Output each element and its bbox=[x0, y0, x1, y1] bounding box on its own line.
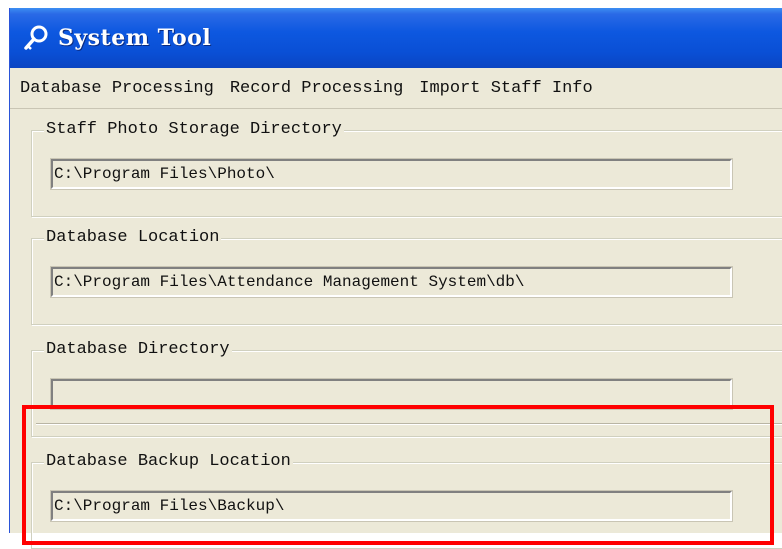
database-location-group: Database Location C:\Program Files\Atten… bbox=[31, 226, 782, 325]
menu-record-processing[interactable]: Record Processing bbox=[222, 79, 411, 98]
menu-database-processing[interactable]: Database Processing bbox=[10, 79, 222, 98]
menu-import-staff-info[interactable]: Import Staff Info bbox=[411, 79, 600, 98]
title-bar[interactable]: System Tool bbox=[10, 8, 782, 68]
highlight-box bbox=[22, 405, 774, 545]
menu-bar: Database Processing Record Processing Im… bbox=[10, 68, 782, 109]
database-directory-label: Database Directory bbox=[44, 338, 232, 362]
key-icon bbox=[24, 25, 48, 50]
staff-photo-storage-field[interactable]: C:\Program Files\Photo\ bbox=[50, 158, 733, 190]
staff-photo-storage-label: Staff Photo Storage Directory bbox=[44, 118, 344, 142]
staff-photo-storage-group: Staff Photo Storage Directory C:\Program… bbox=[31, 118, 782, 217]
database-location-label: Database Location bbox=[44, 226, 222, 250]
window-title: System Tool bbox=[58, 25, 212, 51]
database-location-field[interactable]: C:\Program Files\Attendance Management S… bbox=[50, 266, 733, 298]
